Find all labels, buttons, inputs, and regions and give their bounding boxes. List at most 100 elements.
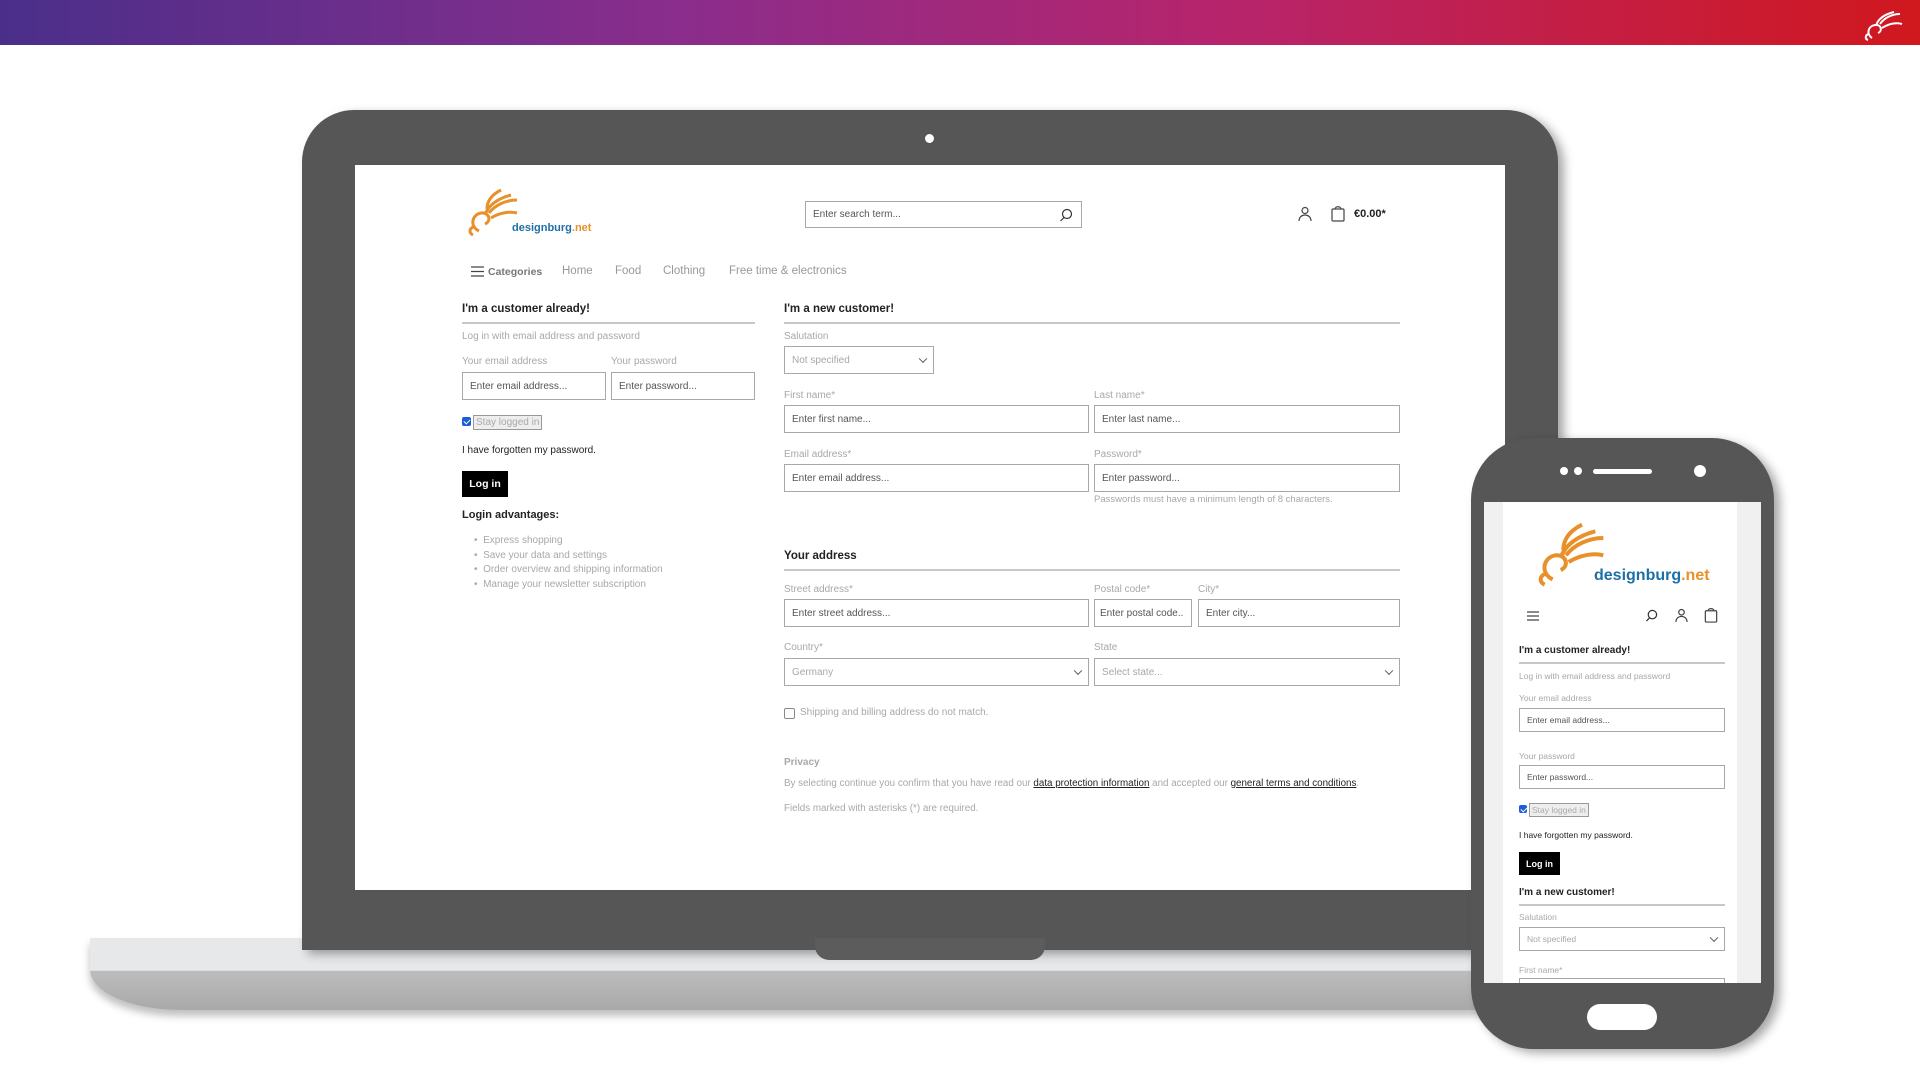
select-value: Germany	[792, 666, 834, 678]
different-address-checkbox[interactable]	[784, 708, 795, 719]
stay-logged-in-label[interactable]: Stay logged in	[473, 415, 543, 430]
state-select[interactable]: Select state...	[1094, 658, 1400, 686]
stay-logged-in-checkbox[interactable]	[462, 417, 471, 426]
search-input[interactable]: Enter search term...	[805, 201, 1082, 228]
terms-link[interactable]: general terms and conditions	[1231, 778, 1357, 789]
advantage-text: Save your data and settings	[483, 550, 608, 561]
chevron-down-icon	[1073, 666, 1083, 676]
password-hint: Passwords must have a minimum length of …	[1094, 494, 1333, 505]
phone-stay-logged-in-checkbox[interactable]	[1519, 805, 1527, 813]
register-email-input[interactable]: Enter email address...	[784, 464, 1089, 492]
data-protection-link[interactable]: data protection information	[1033, 778, 1149, 789]
advantage-item: • Order overview and shipping informatio…	[474, 564, 663, 575]
search-icon[interactable]	[1059, 208, 1073, 222]
logo-text: designburg	[512, 222, 572, 234]
login-email-input[interactable]: Enter email address...	[462, 372, 606, 400]
phone-speaker	[1593, 469, 1652, 474]
last-name-input[interactable]: Enter last name...	[1094, 405, 1400, 433]
privacy-title: Privacy	[784, 757, 820, 768]
privacy-text-part: By selecting continue you confirm that y…	[784, 778, 1034, 789]
phone-email-label: Your email address	[1519, 693, 1592, 703]
phone-salutation-select[interactable]: Not specified	[1519, 927, 1725, 951]
street-input[interactable]: Enter street address...	[784, 599, 1089, 627]
login-password-label: Your password	[611, 356, 677, 367]
banner-gradient-bar	[0, 0, 1920, 45]
placeholder: Enter postal code..	[1100, 607, 1184, 619]
privacy-text-part: and accepted our	[1149, 778, 1231, 789]
cart-icon[interactable]	[1704, 607, 1718, 623]
site-logo[interactable]: designburg.net	[465, 187, 595, 237]
divider	[784, 322, 1400, 324]
required-note: Fields marked with asterisks (*) are req…	[784, 803, 979, 814]
phone-login-button[interactable]: Log in	[1519, 852, 1560, 875]
placeholder: Enter password...	[1527, 772, 1594, 782]
search-icon[interactable]	[1645, 609, 1658, 622]
phone-stay-logged-in-label[interactable]: Stay logged in	[1529, 803, 1589, 817]
chevron-down-icon	[918, 354, 928, 364]
country-label: Country*	[784, 642, 823, 653]
advantage-text: Manage your newsletter subscription	[483, 579, 646, 590]
hamburger-icon[interactable]	[1527, 611, 1539, 621]
first-name-input[interactable]: Enter first name...	[784, 405, 1089, 433]
logo-tld: .net	[571, 222, 592, 234]
nav-categories[interactable]: Categories	[488, 267, 542, 278]
placeholder: Enter city...	[1206, 607, 1256, 619]
login-title: I'm a customer already!	[462, 303, 591, 315]
phone-password-label: Your password	[1519, 751, 1575, 761]
phone-home-button[interactable]	[1587, 1004, 1657, 1030]
last-name-label: Last name*	[1094, 390, 1145, 401]
phone-first-name-label: First name*	[1519, 965, 1563, 975]
hamburger-icon[interactable]	[471, 266, 484, 277]
phone-camera	[1694, 465, 1706, 477]
nav-home[interactable]: Home	[562, 265, 593, 278]
city-input[interactable]: Enter city...	[1198, 599, 1400, 627]
laptop-camera	[925, 134, 934, 143]
privacy-text-part: .	[1356, 778, 1360, 789]
advantage-item: • Save your data and settings	[474, 550, 608, 561]
login-password-input[interactable]: Enter password...	[611, 372, 755, 400]
phone-password-input[interactable]: Enter password...	[1519, 765, 1725, 789]
email-label: Email address*	[784, 449, 852, 460]
postal-label: Postal code*	[1094, 584, 1151, 595]
cart-total[interactable]: €0.00*	[1354, 209, 1386, 220]
logo-tld: .net	[1681, 567, 1710, 584]
nav-free-time-electronics[interactable]: Free time & electronics	[729, 265, 847, 278]
forgot-password-link[interactable]: I have forgotten my password.	[462, 446, 596, 456]
user-icon[interactable]	[1675, 608, 1688, 623]
phone-sensor	[1560, 467, 1568, 475]
phone-login-title: I'm a customer already!	[1519, 645, 1631, 656]
phone-register-title: I'm a new customer!	[1519, 887, 1615, 898]
register-password-input[interactable]: Enter password...	[1094, 464, 1400, 492]
salutation-select[interactable]: Not specified	[784, 346, 934, 374]
logo-text: designburg	[1594, 567, 1682, 584]
phone-salutation-label: Salutation	[1519, 912, 1557, 922]
salutation-label: Salutation	[784, 331, 829, 342]
phone-forgot-password-link[interactable]: I have forgotten my password.	[1519, 831, 1633, 840]
placeholder: Enter email address...	[792, 472, 890, 484]
chevron-down-icon	[1384, 666, 1394, 676]
select-value: Not specified	[792, 354, 850, 366]
country-select[interactable]: Germany	[784, 658, 1089, 686]
city-label: City*	[1198, 584, 1220, 595]
placeholder: Enter password...	[619, 380, 697, 392]
divider	[462, 322, 755, 324]
divider	[784, 569, 1400, 571]
privacy-text: By selecting continue you confirm that y…	[784, 779, 1359, 789]
placeholder: Enter street address...	[792, 607, 891, 619]
advantage-text: Express shopping	[483, 535, 563, 546]
placeholder: Enter first name...	[792, 413, 871, 425]
placeholder: Enter email address...	[470, 380, 568, 392]
cart-icon[interactable]	[1331, 205, 1345, 222]
postal-code-input[interactable]: Enter postal code..	[1094, 599, 1192, 627]
placeholder: Enter email address...	[1527, 715, 1610, 725]
different-address-label[interactable]: Shipping and billing address do not matc…	[800, 708, 988, 718]
login-email-label: Your email address	[462, 356, 548, 367]
phone-first-name-input[interactable]	[1519, 978, 1725, 983]
user-icon[interactable]	[1298, 206, 1312, 222]
login-button[interactable]: Log in	[462, 471, 508, 497]
nav-clothing[interactable]: Clothing	[663, 265, 705, 278]
phone-email-input[interactable]: Enter email address...	[1519, 708, 1725, 732]
nav-food[interactable]: Food	[615, 265, 641, 278]
phone-site-logo[interactable]: designburg.net	[1534, 518, 1714, 590]
select-value: Select state...	[1102, 666, 1163, 678]
